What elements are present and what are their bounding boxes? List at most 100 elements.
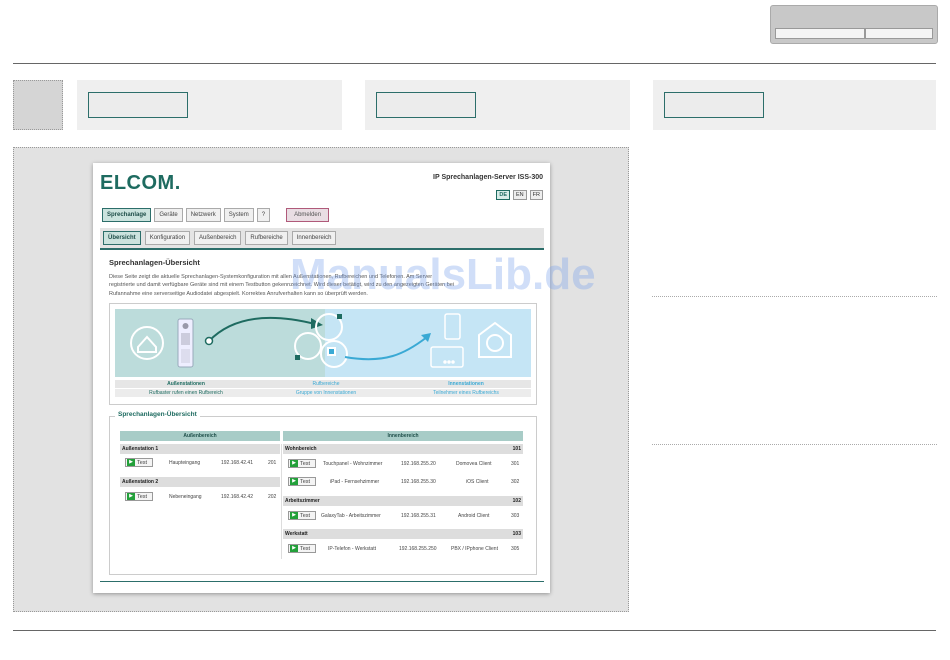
device-ip: 192.168.255.31 [401,513,436,519]
subtab-konfiguration[interactable]: Konfiguration [144,231,191,245]
subtab-aussenbereich[interactable]: Außenbereich [194,231,242,245]
zone-werkstatt-header: Werkstatt 103 [283,529,523,539]
panel-2 [365,80,630,130]
test-label: Test [300,513,311,519]
device-client: PBX / IPphone Client [451,546,498,552]
logout-button[interactable]: Abmelden [286,208,330,222]
dotted-divider-1 [652,296,937,297]
thumbnail-placeholder [13,80,63,130]
outdoor-ip: 192.168.42.42 [221,494,253,500]
tab-geraete[interactable]: Geräte [154,208,183,222]
tab-system[interactable]: System [223,208,254,222]
test-label: Test [300,546,311,552]
play-icon: ▶ [290,512,298,519]
panel-1-box [88,92,188,118]
device-ip: 192.168.255.20 [401,461,436,467]
outdoor-station-2-header: Außenstation 2 [120,477,280,487]
device-row: ▶ Test IP-Telefon - Werkstatt 192.168.255… [288,543,523,555]
subtab-uebersicht[interactable]: Übersicht [103,231,141,245]
lang-fr[interactable]: FR [529,190,543,200]
device-name: Touchpanel - Wohnzimmer [323,461,383,467]
device-name: IP-Telefon - Werkstatt [328,546,376,552]
device-row: ▶ Test iPad - Fernsehzimmer 192.168.255.3… [288,476,523,488]
sublabel-outdoor: Rufbaster rufen einen Rufbereich [149,390,223,396]
bottom-divider [13,630,936,631]
zone-wohnbereich-header: Wohnbereich 101 [283,444,523,454]
zone-number: 102 [512,498,521,504]
device-ip: 192.168.255.30 [401,479,436,485]
arrow-start-dot [204,336,214,346]
outdoor-station-2-row: ▶ Test Nebeneingang 192.168.42.42 202 [125,491,285,503]
test-label: Test [137,460,148,466]
panel-3 [653,80,936,130]
tab-netzwerk[interactable]: Netzwerk [185,208,221,222]
outdoor-number: 202 [268,494,277,500]
column-separator [281,444,282,559]
device-row: ▶ Test Touchpanel - Wohnzimmer 192.168.25… [288,458,523,470]
watermark: ManualsLib.de [290,250,596,299]
diagram-graphic [115,309,531,377]
device-row: ▶ Test GalaxyTab - Arbeitszimmer 192.168.… [288,510,523,522]
lang-en[interactable]: EN [513,190,527,200]
zone-name: Wohnbereich [285,446,317,452]
lang-de[interactable]: DE [496,190,511,200]
play-icon: ▶ [290,478,298,485]
dotted-divider-2 [652,444,937,445]
outdoor-station-1-header: Außenstation 1 [120,444,280,454]
zone-name: Arbeitszimmer [285,498,320,504]
play-icon: ▶ [127,493,135,500]
panel-2-box [376,92,476,118]
door-station-icon [177,318,194,368]
device-ip: 192.168.255.250 [399,546,437,552]
col-header-outdoor: Außenbereich [120,431,280,441]
sub-nav-bar: Übersicht Konfiguration Außenbereich Ruf… [100,228,544,250]
zone-name: Werkstatt [285,531,308,537]
outdoor-location: Haupteingang [169,460,201,466]
device-client: iOS Client [466,479,489,485]
sub-nav: Übersicht Konfiguration Außenbereich Ruf… [103,231,337,245]
elcom-logo: ELCOM. [100,172,181,194]
test-button[interactable]: ▶ Test [288,544,316,553]
tab-help[interactable]: ? [256,208,271,222]
col-header-indoor: Innenbereich [283,431,523,441]
label-callzones: Rufbereiche [312,381,340,387]
panel-3-box [664,92,764,118]
zone-number: 103 [512,531,521,537]
test-button[interactable]: ▶ Test [288,477,316,486]
test-label: Test [300,461,311,467]
subtab-innenbereich[interactable]: Innenbereich [291,231,337,245]
play-icon: ▶ [290,545,298,552]
test-button[interactable]: ▶ Test [288,511,316,520]
outdoor-station-1-name: Außenstation 1 [122,446,159,452]
device-number: 302 [511,479,520,485]
system-diagram: Außenstationen Rufbaster rufen einen Ruf… [109,303,537,405]
test-button[interactable]: ▶ Test [288,459,316,468]
device-client: Android Client [458,513,490,519]
play-icon: ▶ [127,459,135,466]
subtab-rufbereiche[interactable]: Rufbereiche [245,231,288,245]
header-box [770,5,938,44]
overview-legend: Sprechanlagen-Übersicht [115,411,200,418]
play-icon: ▶ [290,460,298,467]
test-label: Test [300,479,311,485]
zone-arbeitszimmer-header: Arbeitszimmer 102 [283,496,523,506]
footer-line [100,581,544,582]
outdoor-station-2-name: Außenstation 2 [122,479,159,485]
language-switcher: DE EN FR [496,190,543,200]
panel-1 [77,80,342,130]
test-label: Test [137,494,148,500]
device-name: GalaxyTab - Arbeitszimmer [321,513,381,519]
label-indoor: Innenstationen [448,381,484,387]
device-client: Domovea Client [456,461,492,467]
page-title: Sprechanlagen-Übersicht [109,258,200,267]
sublabel-indoor: Teilnehmer eines Rufbereichs [433,390,499,396]
test-button[interactable]: ▶ Test [125,458,153,467]
tab-sprechanlage[interactable]: Sprechanlage [102,208,152,222]
header-field-left [775,28,865,39]
device-number: 305 [511,546,520,552]
label-outdoor: Außenstationen [167,381,205,387]
test-button[interactable]: ▶ Test [125,492,153,501]
top-divider [13,63,936,64]
outdoor-location: Nebeneingang [169,494,202,500]
outdoor-number: 201 [268,460,277,466]
